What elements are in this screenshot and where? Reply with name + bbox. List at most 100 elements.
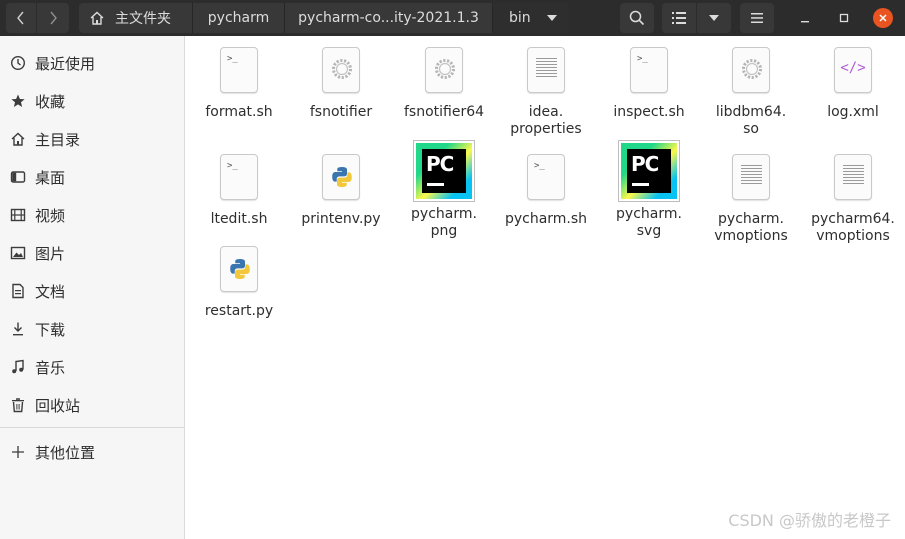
sidebar-item-recent[interactable]: 最近使用 [0,46,184,80]
breadcrumb-home[interactable]: 主文件夹 [79,3,193,33]
music-icon [10,359,26,375]
text-file-icon [719,145,783,209]
star-icon [10,93,26,109]
maximize-button[interactable] [834,8,854,28]
sidebar-item-trash[interactable]: 回收站 [0,388,184,422]
file-item[interactable]: pycharm64. vmoptions [801,145,905,245]
breadcrumb-bin[interactable]: bin [493,3,569,33]
chevron-left-icon [17,11,24,25]
python-file-icon [207,237,271,301]
file-grid: >_ format.sh fsnotifier fsnotifier64 ide… [186,36,905,539]
caret-down-icon [547,15,557,21]
sidebar-item-starred[interactable]: 收藏 [0,84,184,118]
file-item[interactable]: printenv.py [289,145,393,228]
hamburger-icon [751,13,763,23]
sidebar-item-label: 图片 [35,244,66,263]
close-icon [879,14,887,22]
sidebar-divider [0,427,184,428]
sidebar-item-label: 音乐 [35,358,66,377]
file-name: pycharm. vmoptions [714,211,788,244]
file-item[interactable]: restart.py [187,237,291,320]
file-item[interactable]: idea. properties [494,38,598,138]
sidebar-item-label: 其他位置 [35,443,96,462]
list-view-icon [672,12,686,24]
breadcrumb-home-label: 主文件夹 [115,11,171,27]
file-name: fsnotifier [309,104,373,120]
file-item[interactable]: >_ inspect.sh [597,38,701,121]
script-file-icon: >_ [514,145,578,209]
file-name: printenv.py [301,211,381,227]
minimize-icon [801,21,809,23]
file-name: libdbm64. so [715,104,787,137]
download-icon [10,321,26,337]
view-options-button[interactable] [697,3,731,33]
pycharm-image-icon: PC [617,138,681,204]
python-file-icon [309,145,373,209]
document-icon [10,283,26,299]
file-item[interactable]: pycharm. vmoptions [699,145,803,245]
file-name: pycharm. svg [616,206,682,239]
breadcrumb: 主文件夹 pycharm pycharm-co...ity-2021.1.3 b… [79,3,569,33]
text-file-icon [514,38,578,102]
breadcrumb-pycharm[interactable]: pycharm [193,3,285,33]
list-view-button[interactable] [662,3,696,33]
file-item[interactable]: fsnotifier [289,38,393,121]
file-item[interactable]: >_ ltedit.sh [187,145,291,228]
executable-file-icon [309,38,373,102]
close-button[interactable] [873,8,893,28]
text-file-icon [821,145,885,209]
desktop-icon [10,169,26,185]
breadcrumb-label: bin [509,10,531,26]
back-button[interactable] [6,3,36,33]
caret-down-icon [709,15,719,21]
forward-button[interactable] [37,3,69,33]
file-name: pycharm. png [411,206,477,239]
sidebar-item-videos[interactable]: 视频 [0,198,184,232]
sidebar-item-desktop[interactable]: 桌面 [0,160,184,194]
sidebar-item-home[interactable]: 主目录 [0,122,184,156]
home-icon [90,11,104,25]
trash-icon [10,397,26,413]
sidebar-item-label: 桌面 [35,168,66,187]
sidebar-item-label: 视频 [35,206,66,225]
pycharm-image-icon: PC [412,138,476,204]
file-manager-window: 主文件夹 pycharm pycharm-co...ity-2021.1.3 b… [0,0,905,539]
maximize-icon [839,13,849,23]
breadcrumb-pycharm-community[interactable]: pycharm-co...ity-2021.1.3 [285,3,493,33]
home-icon [10,131,26,147]
sidebar: 最近使用 收藏 主目录 桌面 视频 图片 文档 下载 音乐 回收站 其他位置 [0,36,185,539]
file-item[interactable]: PC pycharm. png [392,138,496,240]
sidebar-item-downloads[interactable]: 下载 [0,312,184,346]
file-name: restart.py [204,303,274,319]
file-name: ltedit.sh [210,211,268,227]
file-name: inspect.sh [613,104,685,120]
sidebar-item-other-locations[interactable]: 其他位置 [0,435,184,469]
sidebar-item-pictures[interactable]: 图片 [0,236,184,270]
file-item[interactable]: libdbm64. so [699,38,803,138]
executable-file-icon [719,38,783,102]
file-name: fsnotifier64 [403,104,485,120]
file-item[interactable]: >_ format.sh [187,38,291,121]
film-icon [10,207,26,223]
header-bar: 主文件夹 pycharm pycharm-co...ity-2021.1.3 b… [0,0,905,36]
minimize-button[interactable] [795,8,815,28]
file-item[interactable]: </> log.xml [801,38,905,121]
sidebar-item-music[interactable]: 音乐 [0,350,184,384]
menu-button[interactable] [740,3,774,33]
script-file-icon: >_ [207,38,271,102]
file-name: log.xml [827,104,879,120]
breadcrumb-label: pycharm [207,10,270,26]
sidebar-item-documents[interactable]: 文档 [0,274,184,308]
search-button[interactable] [620,3,654,33]
chevron-right-icon [50,11,57,25]
xml-file-icon: </> [821,38,885,102]
file-item[interactable]: >_ pycharm.sh [494,145,598,228]
image-icon [10,245,26,261]
file-item[interactable]: fsnotifier64 [392,38,496,121]
file-item[interactable]: PC pycharm. svg [597,138,701,240]
sidebar-item-label: 收藏 [35,92,66,111]
sidebar-item-label: 最近使用 [35,54,96,73]
file-name: pycharm.sh [504,211,588,227]
script-file-icon: >_ [617,38,681,102]
sidebar-item-label: 主目录 [35,130,81,149]
